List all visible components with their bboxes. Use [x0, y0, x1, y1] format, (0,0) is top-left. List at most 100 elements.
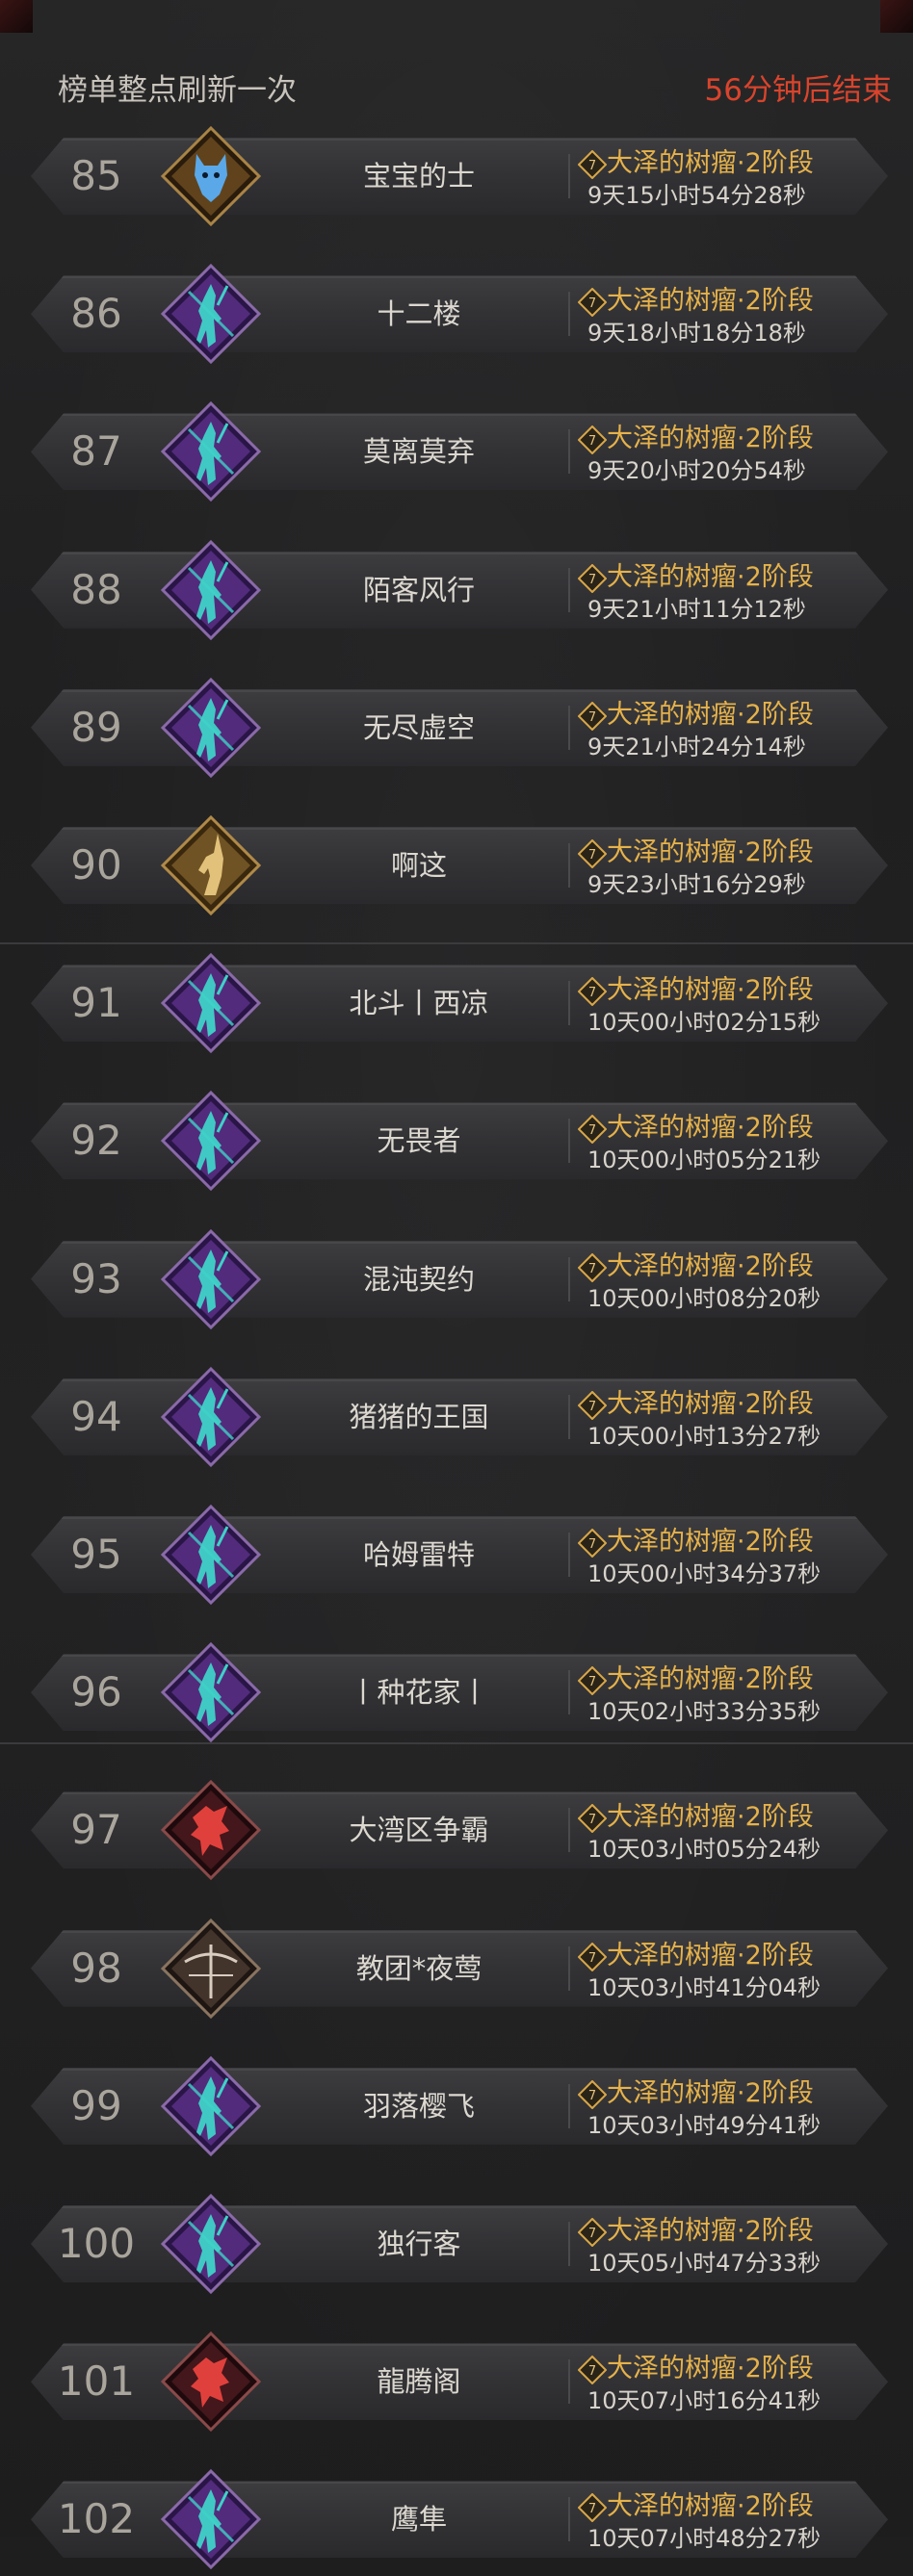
- leaderboard-row[interactable]: 95 哈姆雷特 7 大泽的树瘤·2阶段 10天00小时34分37秒: [0, 1498, 913, 1611]
- rank-number: 95: [70, 1531, 122, 1578]
- column-divider: [568, 1808, 570, 1853]
- unicorn-emblem-icon: [160, 814, 262, 916]
- svg-text:7: 7: [588, 2502, 596, 2516]
- stage-label: 大泽的树瘤·2阶段: [607, 2216, 814, 2246]
- stage-label: 大泽的树瘤·2阶段: [607, 2077, 814, 2108]
- dragon-emblem-icon: [160, 2331, 262, 2433]
- leaderboard-row[interactable]: 99 羽落樱飞 7 大泽的树瘤·2阶段 10天03小时49分41秒: [0, 2049, 913, 2163]
- clear-time: 9天23小时16分29秒: [587, 871, 806, 898]
- svg-text:7: 7: [588, 2364, 596, 2379]
- column-divider: [568, 2083, 570, 2128]
- guild-name: 哈姆雷特: [362, 1538, 475, 1571]
- rogue-emblem-icon: [160, 677, 262, 779]
- rank-number: 86: [70, 290, 122, 338]
- clear-time: 10天03小时05分24秒: [587, 1836, 822, 1864]
- leaderboard-row[interactable]: 89 无尽虚空 7 大泽的树瘤·2阶段 9天21小时24分14秒: [0, 671, 913, 785]
- rank-number: 101: [57, 2357, 136, 2406]
- svg-text:7: 7: [588, 573, 596, 587]
- clear-time: 9天20小时20分54秒: [587, 457, 806, 485]
- stage-label: 大泽的树瘤·2阶段: [607, 2491, 814, 2522]
- leaderboard-row[interactable]: 98 教团*夜莺 7 大泽的树瘤·2阶段 10天03小时41分04秒: [0, 1912, 913, 2025]
- column-divider: [568, 2359, 570, 2405]
- guild-name: 混沌契约: [362, 1262, 475, 1296]
- rogue-emblem-icon: [160, 1641, 262, 1743]
- column-divider: [568, 292, 570, 337]
- stage-badge-icon: 7: [578, 1390, 607, 1420]
- rank-number: 88: [70, 565, 122, 613]
- guild-name: 丨种花家丨: [349, 1676, 489, 1710]
- svg-text:7: 7: [588, 2089, 596, 2103]
- column-divider: [568, 981, 570, 1026]
- column-divider: [568, 1533, 570, 1577]
- column-divider: [568, 429, 570, 475]
- leaderboard-row[interactable]: 97 大湾区争霸 7 大泽的树瘤·2阶段 10天03小时05分24秒: [0, 1773, 913, 1887]
- stage-badge-icon: 7: [578, 1529, 607, 1558]
- svg-text:7: 7: [588, 2227, 596, 2241]
- leaderboard-row[interactable]: 101 龍腾阁 7 大泽的树瘤·2阶段 10天07小时16分41秒: [0, 2325, 913, 2438]
- leaderboard-row[interactable]: 102 鹰隼 7 大泽的树瘤·2阶段 10天07小时48分27秒: [0, 2462, 913, 2576]
- guild-name: 教团*夜莺: [355, 1951, 483, 1985]
- column-divider: [568, 567, 570, 612]
- clear-time: 9天18小时18分18秒: [587, 320, 806, 348]
- guild-name: 猪猪的王国: [349, 1400, 489, 1433]
- leaderboard-row[interactable]: 85 宝宝的士 7 大泽的树瘤·2阶段 9天15小时54分28秒: [0, 119, 913, 233]
- rogue-emblem-icon: [160, 263, 262, 365]
- leaderboard-row[interactable]: 90 啊这 7 大泽的树瘤·2阶段 9天23小时16分29秒: [0, 809, 913, 922]
- stage-label: 大泽的树瘤·2阶段: [607, 1250, 814, 1281]
- rogue-emblem-icon: [160, 2193, 262, 2295]
- svg-text:7: 7: [588, 1675, 596, 1689]
- leaderboard-row[interactable]: 100 独行客 7 大泽的树瘤·2阶段 10天05小时47分33秒: [0, 2187, 913, 2301]
- clear-time: 10天00小时13分27秒: [587, 1422, 822, 1450]
- rogue-emblem-icon: [160, 400, 262, 502]
- column-divider: [568, 843, 570, 888]
- guild-name: 无畏者: [377, 1124, 461, 1158]
- stage-badge-icon: 7: [578, 150, 607, 179]
- leaderboard-row[interactable]: 86 十二楼 7 大泽的树瘤·2阶段 9天18小时18分18秒: [0, 257, 913, 371]
- stage-badge-icon: 7: [578, 1252, 607, 1282]
- rank-number: 102: [57, 2495, 136, 2543]
- clear-time: 10天02小时33分35秒: [587, 1698, 822, 1726]
- stage-label: 大泽的树瘤·2阶段: [607, 148, 814, 178]
- rank-number: 91: [70, 979, 122, 1027]
- column-divider: [568, 1670, 570, 1715]
- stage-label: 大泽的树瘤·2阶段: [607, 286, 814, 317]
- column-divider: [568, 2222, 570, 2266]
- stage-label: 大泽的树瘤·2阶段: [607, 561, 814, 592]
- dragon-emblem-icon: [160, 1779, 262, 1881]
- stage-badge-icon: 7: [578, 2493, 607, 2523]
- countdown-timer: 56分钟后结束: [704, 73, 892, 108]
- clear-time: 9天21小时24分14秒: [587, 733, 806, 760]
- leaderboard-row[interactable]: 96 丨种花家丨 7 大泽的树瘤·2阶段 10天02小时33分35秒: [0, 1636, 913, 1749]
- stage-label: 大泽的树瘤·2阶段: [607, 1664, 814, 1695]
- leaderboard-row[interactable]: 92 无畏者 7 大泽的树瘤·2阶段 10天00小时05分21秒: [0, 1084, 913, 1198]
- svg-text:7: 7: [588, 710, 596, 725]
- rank-number: 96: [70, 1668, 122, 1716]
- rank-number: 90: [70, 841, 122, 889]
- leaderboard-row[interactable]: 88 陌客风行 7 大泽的树瘤·2阶段 9天21小时11分12秒: [0, 533, 913, 647]
- leaderboard-row[interactable]: 94 猪猪的王国 7 大泽的树瘤·2阶段 10天00小时13分27秒: [0, 1360, 913, 1474]
- leaderboard-header: 榜单整点刷新一次 56分钟后结束: [0, 0, 913, 125]
- guild-name: 无尽虚空: [362, 710, 475, 744]
- stage-badge-icon: 7: [578, 1115, 607, 1145]
- column-divider: [568, 1394, 570, 1439]
- guild-name: 羽落樱飞: [362, 2089, 475, 2123]
- rank-number: 85: [70, 152, 122, 199]
- section-divider: [0, 942, 913, 944]
- clear-time: 10天07小时16分41秒: [587, 2387, 822, 2415]
- stage-badge-icon: 7: [578, 425, 607, 455]
- leaderboard-row[interactable]: 93 混沌契约 7 大泽的树瘤·2阶段 10天00小时08分20秒: [0, 1223, 913, 1336]
- stage-badge-icon: 7: [578, 2356, 607, 2385]
- rank-number: 93: [70, 1254, 122, 1302]
- stage-badge-icon: 7: [578, 701, 607, 731]
- stage-label: 大泽的树瘤·2阶段: [607, 1527, 814, 1557]
- rogue-emblem-icon: [160, 539, 262, 641]
- clear-time: 10天03小时41分04秒: [587, 1973, 822, 2001]
- rank-number: 94: [70, 1392, 122, 1440]
- guild-name: 北斗丨西凉: [349, 987, 489, 1020]
- leaderboard-row[interactable]: 87 莫离莫弃 7 大泽的树瘤·2阶段 9天20小时20分54秒: [0, 395, 913, 508]
- svg-text:7: 7: [588, 434, 596, 449]
- stage-label: 大泽的树瘤·2阶段: [607, 1940, 814, 1971]
- svg-text:7: 7: [588, 1951, 596, 1966]
- leaderboard-row[interactable]: 91 北斗丨西凉 7 大泽的树瘤·2阶段 10天00小时02分15秒: [0, 946, 913, 1060]
- stage-badge-icon: 7: [578, 563, 607, 593]
